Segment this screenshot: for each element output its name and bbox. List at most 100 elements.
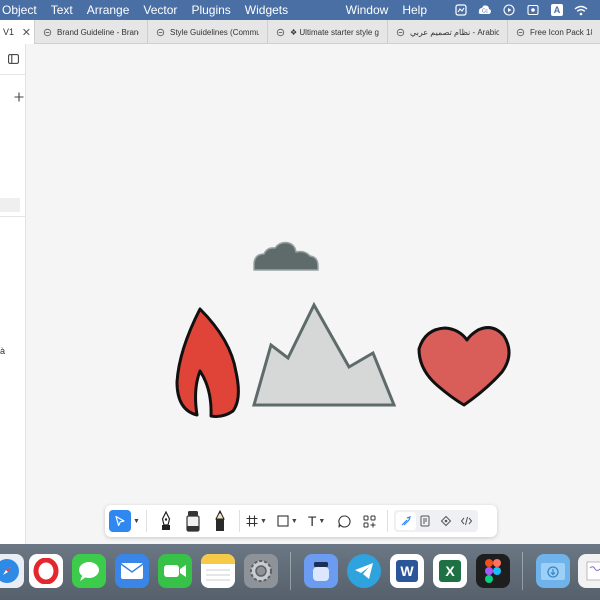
tab-active[interactable]: V1 ✕	[0, 20, 35, 44]
tab-label: Brand Guideline - Branding	[57, 27, 139, 37]
dock-app-safari[interactable]	[0, 554, 24, 588]
mountain-shape[interactable]	[252, 301, 397, 407]
pen-tool-button[interactable]	[153, 509, 179, 533]
macos-dock: W X	[0, 544, 600, 600]
document-preview-icon	[586, 561, 600, 581]
marker-tool-icon	[186, 511, 200, 532]
component-icon	[441, 515, 452, 527]
word-icon: W	[396, 560, 418, 582]
dock-app-facetime[interactable]	[158, 554, 192, 588]
chevron-down-icon[interactable]: ▼	[318, 518, 325, 525]
figma-file-icon	[43, 28, 52, 36]
menu-bar: Object Text Arrange Vector Plugins Widge…	[0, 0, 600, 20]
tab-label: ❖ Ultimate starter style gu	[290, 27, 379, 37]
chevron-down-icon[interactable]: ▼	[260, 518, 267, 525]
screen-mirror-icon[interactable]	[526, 3, 540, 17]
canvas-shapes	[175, 241, 511, 418]
chevron-down-icon[interactable]: ▼	[291, 518, 298, 525]
tab-free-icon-pack[interactable]: Free Icon Pack 1800	[508, 20, 600, 44]
menu-plugins[interactable]: Plugins	[184, 0, 237, 20]
downloads-folder-icon	[541, 563, 565, 580]
flame-shape[interactable]	[175, 307, 240, 418]
tab-arabic-design[interactable]: نظام تصميم عربي - Arabic de	[388, 20, 508, 44]
actions-icon	[363, 515, 376, 527]
figma-file-icon	[276, 28, 285, 36]
dock-app-figma[interactable]	[476, 554, 510, 588]
dock-app-preview[interactable]	[578, 554, 600, 588]
menu-text[interactable]: Text	[44, 0, 80, 20]
dock-app-mail[interactable]	[115, 554, 149, 588]
gear-icon	[250, 560, 272, 582]
selected-page-row[interactable]	[0, 198, 20, 212]
tab-brand-guideline[interactable]: Brand Guideline - Branding	[35, 20, 148, 44]
marker-tool-button[interactable]	[179, 509, 207, 533]
move-tool-button[interactable]: ▼	[109, 509, 140, 533]
menu-widgets[interactable]: Widgets	[238, 0, 295, 20]
menu-object[interactable]: Object	[0, 0, 44, 20]
dock-folder-downloads[interactable]	[536, 554, 570, 588]
text-tool-button[interactable]: T ▼	[308, 509, 326, 533]
pencil-tool-icon	[215, 509, 225, 531]
facetime-icon	[164, 565, 186, 577]
tab-label: نظام تصميم عربي - Arabic de	[410, 27, 499, 37]
dev-mode-design-button[interactable]	[396, 512, 417, 530]
plus-icon	[14, 92, 24, 102]
chevron-down-icon[interactable]: ▼	[133, 518, 140, 525]
play-icon[interactable]	[502, 3, 516, 17]
dock-app-telegram[interactable]	[347, 554, 381, 588]
shape-tool-button[interactable]: ▼	[277, 509, 298, 533]
actions-tool-button[interactable]	[357, 509, 381, 533]
figma-status-icon[interactable]	[454, 3, 468, 17]
svg-text:Cc: Cc	[482, 9, 489, 15]
telegram-icon	[355, 563, 373, 579]
dock-app-stash[interactable]	[304, 554, 338, 588]
frame-tool-icon	[246, 515, 258, 527]
cursor-arrow-icon	[115, 515, 125, 527]
heart-shape[interactable]	[417, 326, 511, 407]
menu-vector[interactable]: Vector	[136, 0, 184, 20]
dev-mode-code-button[interactable]	[456, 509, 476, 533]
notes-icon	[201, 554, 235, 581]
tab-label: Free Icon Pack 1800	[530, 27, 592, 37]
dock-app-excel[interactable]: X	[433, 554, 467, 588]
wifi-icon[interactable]	[574, 3, 588, 17]
figma-file-icon	[516, 28, 525, 36]
figma-icon	[485, 559, 501, 583]
comment-tool-button[interactable]	[331, 509, 357, 533]
sidebar-toggle-button[interactable]	[0, 54, 26, 64]
frame-tool-button[interactable]: ▼	[246, 509, 267, 533]
draw-mode-icon	[401, 516, 412, 526]
bottom-toolbar: ▼ ▼ ▼ T ▼	[105, 505, 497, 537]
cloud-shape[interactable]	[253, 241, 319, 271]
text-tool-icon: T	[307, 513, 317, 529]
design-canvas[interactable]	[27, 44, 600, 544]
safari-icon	[0, 559, 19, 583]
dock-app-system-settings[interactable]	[244, 554, 278, 588]
close-tab-icon[interactable]: ✕	[22, 26, 31, 39]
dev-mode-components-button[interactable]	[436, 509, 456, 533]
pencil-tool-button[interactable]	[207, 509, 233, 533]
menu-help[interactable]: Help	[395, 0, 434, 20]
tab-ultimate-starter[interactable]: ❖ Ultimate starter style gu	[268, 20, 388, 44]
rectangle-tool-icon	[277, 515, 289, 527]
messages-icon	[79, 562, 99, 581]
menu-window[interactable]: Window	[339, 0, 396, 20]
creative-cloud-icon[interactable]: Cc	[478, 3, 492, 17]
dock-app-word[interactable]: W	[390, 554, 424, 588]
tab-style-guidelines[interactable]: Style Guidelines (Commun	[148, 20, 268, 44]
excel-icon: X	[439, 560, 461, 582]
inspect-icon	[420, 515, 430, 527]
input-source-icon[interactable]: A	[550, 3, 564, 17]
menu-arrange[interactable]: Arrange	[80, 0, 137, 20]
dev-mode-toggle[interactable]	[394, 509, 479, 533]
dock-app-notes[interactable]	[201, 554, 235, 588]
dock-app-opera[interactable]	[29, 554, 63, 588]
mail-icon	[120, 563, 144, 579]
figma-file-icon	[396, 28, 405, 36]
dev-mode-inspect-button[interactable]	[416, 509, 436, 533]
file-tab-bar: V1 ✕ Brand Guideline - Branding Style Gu…	[0, 20, 600, 44]
dock-app-messages[interactable]	[72, 554, 106, 588]
tab-active-label: V1	[3, 27, 15, 37]
jar-icon	[313, 562, 329, 581]
left-panel: à	[0, 44, 26, 544]
